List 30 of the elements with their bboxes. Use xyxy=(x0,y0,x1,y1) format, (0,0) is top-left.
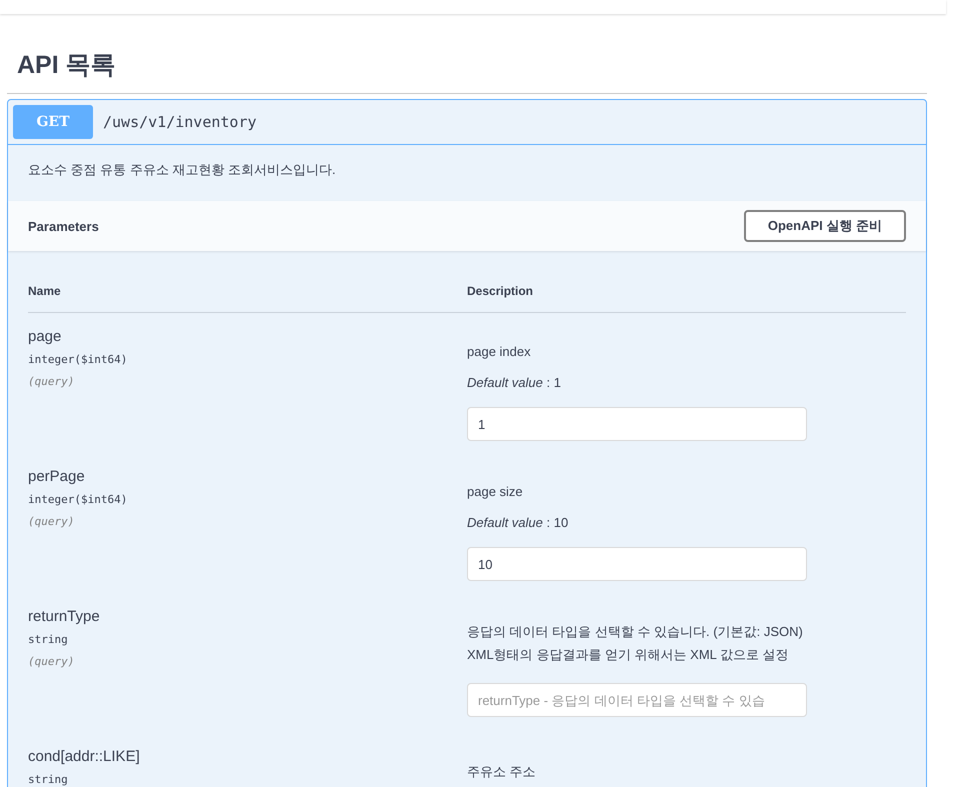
parameter-name: page xyxy=(28,328,62,345)
default-value: Default value : 1 xyxy=(467,375,562,390)
operation-summary[interactable]: GET /uws/v1/inventory xyxy=(8,100,926,145)
parameter-name: perPage xyxy=(28,468,86,485)
method-badge: GET xyxy=(13,105,93,139)
parameter-description: XML형태의 응답결과를 얻기 위해서는 XML 값으로 설정 xyxy=(467,646,790,664)
try-out-button[interactable]: OpenAPI 실행 준비 xyxy=(744,210,906,242)
parameters-title: Parameters xyxy=(28,218,99,234)
endpoint-path: /uws/v1/inventory xyxy=(103,113,257,131)
parameter-description: 응답의 데이터 타입을 선택할 수 있습니다. (기본값: JSON) xyxy=(467,623,804,641)
parameter-input[interactable]: 1 xyxy=(467,407,807,441)
parameter-location: (query) xyxy=(28,655,76,668)
default-value: Default value : 10 xyxy=(467,515,570,530)
parameter-input[interactable]: returnType - 응답의 데이터 타입을 선택할 수 있습 xyxy=(467,683,807,717)
parameter-name: returnType xyxy=(28,608,101,625)
page-heading: API 목록 xyxy=(17,50,117,81)
parameter-type: string xyxy=(28,773,69,786)
parameter-description: page index xyxy=(467,343,532,361)
parameter-type: integer($int64) xyxy=(28,353,128,366)
column-header: Name xyxy=(28,284,62,298)
parameter-location: (query) xyxy=(28,515,76,528)
parameter-location: (query) xyxy=(28,375,76,388)
parameter-type: integer($int64) xyxy=(28,493,128,506)
parameter-description: page size xyxy=(467,483,524,501)
parameter-name: cond[addr::LIKE] xyxy=(28,748,141,765)
operation-description: 요소수 중점 유통 주유소 재고현황 조회서비스입니다. xyxy=(28,162,336,177)
parameter-input[interactable]: 10 xyxy=(467,547,807,581)
parameter-description: 주유소 주소 xyxy=(467,763,537,781)
column-header: Description xyxy=(467,284,534,298)
parameter-type: string xyxy=(28,633,69,646)
